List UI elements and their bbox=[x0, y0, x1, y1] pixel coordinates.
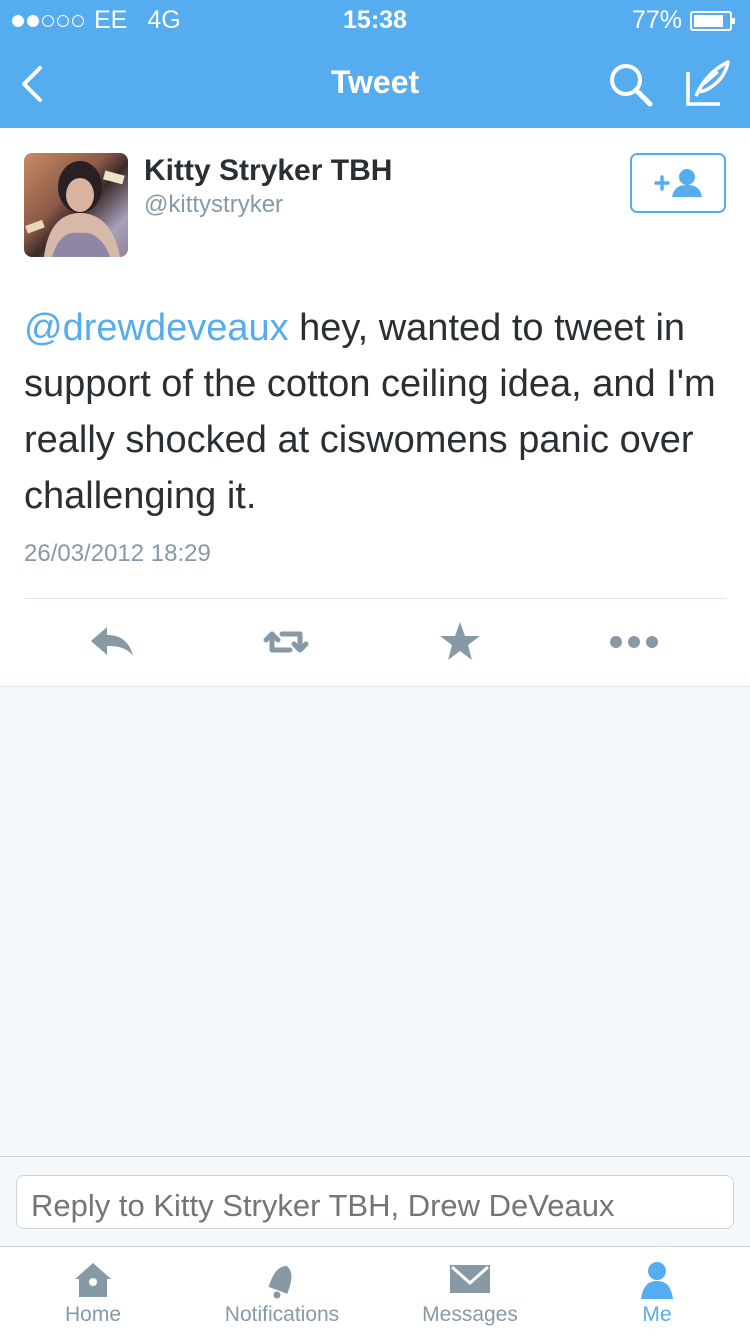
tab-label: Notifications bbox=[224, 1303, 340, 1326]
favorite-icon[interactable] bbox=[432, 614, 488, 670]
tab-me[interactable]: Me bbox=[567, 1247, 747, 1335]
avatar[interactable] bbox=[24, 153, 128, 257]
battery-percentage: 77% bbox=[631, 6, 682, 34]
tab-home[interactable]: Home bbox=[3, 1247, 183, 1335]
author-name[interactable]: Kitty Stryker TBH bbox=[144, 154, 392, 188]
tab-notifications[interactable]: Notifications bbox=[192, 1247, 372, 1335]
follow-button[interactable] bbox=[630, 153, 726, 213]
tweet-timestamp: 26/03/2012 18:29 bbox=[24, 540, 211, 567]
status-bar: EE 4G 15:38 77% bbox=[0, 0, 750, 40]
tab-messages[interactable]: Messages bbox=[380, 1247, 560, 1335]
compose-icon[interactable] bbox=[682, 58, 732, 110]
envelope-icon bbox=[450, 1265, 490, 1293]
mention-link[interactable]: @drewdeveaux bbox=[24, 307, 289, 349]
divider bbox=[24, 598, 726, 599]
tweet-text: @drewdeveaux hey, wanted to tweet in sup… bbox=[24, 300, 724, 524]
tab-label: Me bbox=[642, 1303, 672, 1326]
tab-label: Messages bbox=[422, 1303, 518, 1326]
tab-label: Home bbox=[64, 1303, 122, 1326]
battery-icon bbox=[690, 10, 735, 31]
person-icon bbox=[641, 1262, 673, 1299]
top-bar: EE 4G 15:38 77% Tweet bbox=[0, 0, 750, 128]
bell-icon bbox=[268, 1265, 292, 1299]
add-user-icon bbox=[654, 169, 702, 197]
retweet-icon[interactable] bbox=[258, 614, 314, 670]
reply-icon[interactable] bbox=[85, 614, 141, 670]
reply-bar bbox=[0, 1156, 750, 1247]
tweet-card: Kitty Stryker TBH @kittystryker @drewdev… bbox=[0, 128, 750, 687]
author-handle[interactable]: @kittystryker bbox=[144, 191, 283, 219]
search-icon[interactable] bbox=[606, 60, 656, 110]
tab-bar: Home Notifications Messages Me bbox=[0, 1246, 750, 1335]
more-icon[interactable] bbox=[606, 614, 662, 670]
home-icon bbox=[75, 1263, 111, 1297]
navigation-bar: Tweet bbox=[0, 40, 750, 128]
reply-input[interactable] bbox=[16, 1175, 734, 1229]
avatar-photo bbox=[25, 161, 125, 257]
